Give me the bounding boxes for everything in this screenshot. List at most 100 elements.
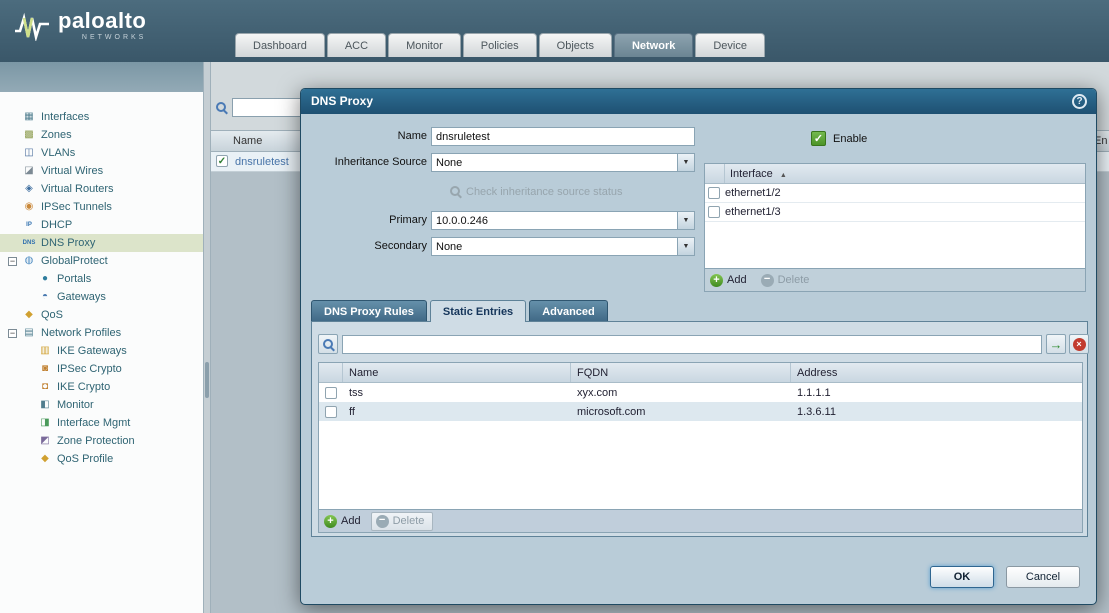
enable-checkbox[interactable]: ✓	[811, 131, 826, 146]
add-icon: +	[710, 274, 723, 287]
sidebar-item-label: VLANs	[41, 147, 75, 159]
ok-button[interactable]: OK	[930, 566, 994, 588]
sidebar-item-dhcp[interactable]: IP DHCP	[0, 216, 203, 234]
sidebar-splitter[interactable]	[203, 62, 211, 613]
sidebar-item-ipsec-tunnels[interactable]: ◉ IPSec Tunnels	[0, 198, 203, 216]
sidebar-item-qos-profile[interactable]: ◆ QoS Profile	[0, 450, 203, 468]
column-header-name[interactable]: Name	[233, 135, 262, 147]
help-icon[interactable]: ?	[1072, 94, 1087, 109]
tab-dns-proxy-rules[interactable]: DNS Proxy Rules	[311, 300, 427, 322]
inheritance-dropdown-button[interactable]: ▼	[677, 153, 695, 172]
interface-column-header[interactable]: Interface ▲	[725, 164, 1085, 183]
search-button[interactable]	[318, 334, 338, 354]
sidebar-item-network-profiles[interactable]: − ▤ Network Profiles	[0, 324, 203, 342]
tab-objects[interactable]: Objects	[539, 33, 612, 57]
cell-fqdn: xyx.com	[571, 387, 791, 399]
apply-filter-button[interactable]: →	[1046, 334, 1066, 354]
tab-network[interactable]: Network	[614, 33, 693, 57]
sidebar-item-portals[interactable]: ● Portals	[0, 270, 203, 288]
check-inheritance-link[interactable]: Check inheritance source status	[449, 185, 623, 198]
sidebar-item-label: DNS Proxy	[41, 237, 95, 249]
secondary-dropdown-button[interactable]: ▼	[677, 237, 695, 256]
name-input[interactable]	[431, 127, 695, 146]
dns-proxy-icon: DNS	[22, 236, 36, 250]
dialog-title-bar[interactable]: DNS Proxy ?	[301, 89, 1096, 114]
add-static-entry-button[interactable]: + Add	[324, 515, 361, 528]
primary-combo: ▼	[431, 211, 695, 230]
row-checkbox[interactable]	[325, 406, 337, 418]
qos-profile-icon: ◆	[38, 452, 52, 466]
row-name-link[interactable]: dnsruletest	[235, 156, 289, 168]
sidebar-item-virtual-wires[interactable]: ◪ Virtual Wires	[0, 162, 203, 180]
sidebar-item-label: IKE Crypto	[57, 381, 110, 393]
row-checkbox[interactable]: ✓	[216, 155, 228, 167]
sidebar-item-zone-protection[interactable]: ◩ Zone Protection	[0, 432, 203, 450]
column-header-name[interactable]: Name	[343, 363, 571, 382]
primary-input[interactable]	[431, 211, 677, 230]
sidebar-item-label: IPSec Crypto	[57, 363, 122, 375]
secondary-input[interactable]	[431, 237, 677, 256]
search-icon	[322, 338, 335, 351]
sidebar-item-vlans[interactable]: ◫ VLANs	[0, 144, 203, 162]
minus-glyph: −	[764, 273, 770, 285]
cancel-button[interactable]: Cancel	[1006, 566, 1080, 588]
dialog-tabs: DNS Proxy Rules Static Entries Advanced	[311, 300, 608, 322]
row-checkbox[interactable]	[708, 206, 720, 218]
delete-label: Delete	[778, 274, 810, 286]
sidebar-item-zones[interactable]: ▩ Zones	[0, 126, 203, 144]
sidebar-item-ike-crypto[interactable]: ◘ IKE Crypto	[0, 378, 203, 396]
tab-policies[interactable]: Policies	[463, 33, 537, 57]
column-header-address[interactable]: Address	[791, 363, 1082, 382]
sidebar-item-dns-proxy[interactable]: DNS DNS Proxy	[0, 234, 203, 252]
row-checkbox[interactable]	[708, 187, 720, 199]
app-header: paloalto NETWORKS Dashboard ACC Monitor …	[0, 0, 1109, 62]
tab-dashboard[interactable]: Dashboard	[235, 33, 325, 57]
sidebar-item-interface-mgmt[interactable]: ◨ Interface Mgmt	[0, 414, 203, 432]
tab-monitor[interactable]: Monitor	[388, 33, 461, 57]
close-icon: ×	[1073, 338, 1086, 351]
sidebar-item-interfaces[interactable]: ▦ Interfaces	[0, 108, 203, 126]
sidebar-item-label: Zones	[41, 129, 72, 141]
interface-mgmt-icon: ◨	[38, 416, 52, 430]
cell-name: tss	[343, 387, 571, 399]
interface-table: Interface ▲ ethernet1/2 ethernet1/3	[704, 163, 1086, 269]
sort-asc-icon: ▲	[780, 172, 787, 179]
add-interface-button[interactable]: + Add	[710, 274, 747, 287]
tab-advanced[interactable]: Advanced	[529, 300, 608, 322]
collapse-icon[interactable]: −	[8, 257, 17, 266]
row-checkbox[interactable]	[325, 387, 337, 399]
clear-filter-button[interactable]: ×	[1069, 334, 1089, 354]
tab-acc[interactable]: ACC	[327, 33, 386, 57]
plus-glyph: +	[713, 274, 719, 286]
table-row[interactable]: ethernet1/2	[705, 184, 1085, 203]
splitter-handle[interactable]	[205, 362, 209, 398]
sidebar-item-qos[interactable]: ◆ QoS	[0, 306, 203, 324]
table-row[interactable]: ethernet1/3	[705, 203, 1085, 222]
table-row[interactable]: ff microsoft.com 1.3.6.11	[319, 402, 1082, 421]
primary-dropdown-button[interactable]: ▼	[677, 211, 695, 230]
check-icon: ✓	[218, 156, 226, 167]
plus-glyph: +	[327, 515, 333, 527]
paloalto-logo-icon	[14, 11, 50, 41]
sidebar-item-ike-gateways[interactable]: ▥ IKE Gateways	[0, 342, 203, 360]
sidebar-item-globalprotect[interactable]: − ◍ GlobalProtect	[0, 252, 203, 270]
static-entries-table-header: Name FQDN Address	[319, 363, 1082, 383]
sidebar-item-label: Network Profiles	[41, 327, 121, 339]
sidebar-item-monitor[interactable]: ◧ Monitor	[0, 396, 203, 414]
sidebar-item-label: Virtual Routers	[41, 183, 114, 195]
delete-static-entry-button[interactable]: − Delete	[371, 512, 434, 531]
interface-checkbox-column	[705, 164, 725, 183]
tab-static-entries[interactable]: Static Entries	[430, 300, 526, 322]
column-header-fqdn[interactable]: FQDN	[571, 363, 791, 382]
delete-interface-button[interactable]: − Delete	[761, 274, 810, 287]
table-row[interactable]: tss xyx.com 1.1.1.1	[319, 383, 1082, 402]
inheritance-source-input[interactable]	[431, 153, 677, 172]
enable-field: ✓ Enable	[811, 131, 867, 146]
sidebar-item-ipsec-crypto[interactable]: ◙ IPSec Crypto	[0, 360, 203, 378]
add-label: Add	[341, 515, 361, 527]
sidebar-item-virtual-routers[interactable]: ◈ Virtual Routers	[0, 180, 203, 198]
sidebar-item-gateways[interactable]: ◓ Gateways	[0, 288, 203, 306]
collapse-icon[interactable]: −	[8, 329, 17, 338]
static-entries-search-input[interactable]	[342, 335, 1042, 354]
tab-device[interactable]: Device	[695, 33, 765, 57]
